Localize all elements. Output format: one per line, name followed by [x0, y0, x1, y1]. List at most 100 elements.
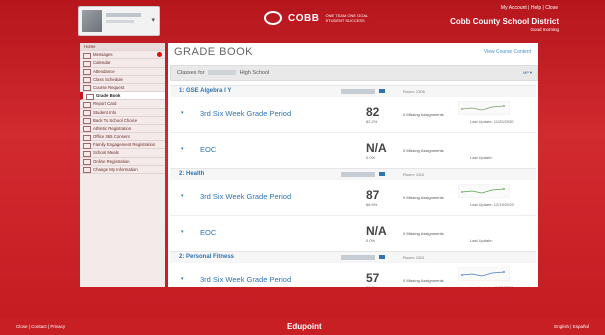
- cobb-logo-icon: [264, 11, 282, 25]
- sidebar-item-class-schedule[interactable]: Class Schedule: [80, 76, 165, 84]
- grade-percent: 56.5%: [366, 285, 377, 287]
- grade-trend-sparkline: [458, 267, 510, 281]
- user-name-redacted: [106, 13, 141, 17]
- sidebar-item-grade-book[interactable]: Grade Book: [80, 92, 165, 101]
- grade-period-name[interactable]: 3rd Six Week Grade Period: [200, 275, 291, 284]
- notification-badge: [157, 52, 162, 58]
- sidebar-item-school-meals[interactable]: School Meals: [80, 149, 165, 158]
- expand-caret-icon[interactable]: ▾: [181, 146, 184, 152]
- mail-icon[interactable]: [379, 89, 385, 93]
- grade-score: 87: [366, 188, 380, 202]
- sidebar-item-athletic-registration[interactable]: Athletic Registration: [80, 125, 165, 134]
- expand-caret-icon[interactable]: ▾: [181, 229, 184, 235]
- classes-for-label: Classes for High School: [177, 70, 269, 76]
- sidebar-item-label: Office 365 Consent: [93, 134, 130, 140]
- mail-icon[interactable]: [379, 255, 385, 259]
- district-name: Cobb County School District: [450, 17, 559, 26]
- menu-icon: [83, 60, 91, 67]
- sidebar-item-label: Grade Book: [96, 93, 121, 99]
- sidebar-item-label: Home: [84, 44, 96, 49]
- grade-period-name[interactable]: EOC: [200, 228, 216, 237]
- sidebar-item-change-my-information[interactable]: Change My Information: [80, 166, 165, 174]
- language-links[interactable]: English | Español: [554, 324, 589, 329]
- sidebar-item-student-info[interactable]: Student Info: [80, 109, 165, 117]
- mail-icon[interactable]: [379, 172, 385, 176]
- sidebar-item-office-365-consent[interactable]: Office 365 Consent: [80, 133, 165, 142]
- top-nav-links[interactable]: My Account | Help | Close: [501, 5, 558, 11]
- sidebar-item-back-to-school-choice[interactable]: Back To School Choice: [80, 117, 165, 125]
- room-number: Room: 1110: [403, 172, 425, 177]
- menu-icon: [83, 52, 91, 59]
- menu-icon: [83, 110, 91, 116]
- grade-score: 82: [366, 105, 380, 119]
- sidebar-item-report-card[interactable]: Report Card: [80, 100, 165, 109]
- grade-period-row[interactable]: ▾ EOC N/A 0.0% 0 Missing Assignments Last Upd…: [170, 132, 536, 169]
- menu-icon: [83, 159, 91, 166]
- edupoint-brand: Edupoint: [287, 322, 322, 331]
- user-sub-redacted: [106, 20, 134, 23]
- grade-trend-sparkline: [458, 101, 510, 115]
- marking-period-select[interactable]: MP▼: [523, 70, 533, 75]
- sidebar-item-label: Attendance: [93, 68, 115, 74]
- sidebar-item-course-request[interactable]: Course Request: [80, 84, 165, 93]
- menu-icon: [86, 93, 94, 100]
- menu-icon: [83, 69, 91, 76]
- menu-icon: [83, 85, 91, 92]
- grade-period-name[interactable]: 3rd Six Week Grade Period: [200, 192, 291, 201]
- grade-period-row[interactable]: ▾ 3rd Six Week Grade Period 5756.5% 0 Missi…: [170, 262, 536, 287]
- sidebar-item-label: Back To School Choice: [93, 117, 138, 123]
- last-update: Last Update:: [470, 155, 493, 160]
- view-course-content-link[interactable]: View Course Content: [484, 49, 531, 55]
- sidebar-item-label: Change My Information: [93, 166, 138, 172]
- grade-period-name[interactable]: EOC: [200, 145, 216, 154]
- sidebar-item-label: Online Registration: [93, 158, 130, 164]
- menu-icon: [83, 134, 91, 141]
- sidebar-item-label: Messages: [93, 52, 113, 58]
- grade-period-row[interactable]: ▾ 3rd Six Week Grade Period 87 86.9% 0 Missi…: [170, 179, 536, 216]
- classes-for-suffix: High School: [239, 70, 270, 76]
- sidebar-item-label: School Meals: [93, 150, 119, 156]
- grade-percent: 82.2%: [366, 119, 378, 124]
- grade-period-row[interactable]: ▾ 3rd Six Week Grade Period 82 82.2% 0 Missi…: [170, 96, 536, 133]
- last-update: Last Update: 12/19/2020: [470, 202, 514, 207]
- footer-links[interactable]: Close | Contact | Privacy: [16, 324, 65, 329]
- expand-caret-icon[interactable]: ▾: [181, 276, 184, 282]
- grade-percent: 86.9%: [366, 202, 378, 207]
- sidebar-item-label: Class Schedule: [93, 76, 123, 82]
- menu-icon: [83, 142, 91, 149]
- top-header: ▾ COBB ONE TEAM ONE GOAL STUDENT SUCCESS…: [0, 0, 605, 38]
- sidebar-item-messages[interactable]: Messages: [80, 51, 165, 60]
- course-title[interactable]: 1: GSE Algebra I Y: [179, 88, 231, 94]
- sidebar-item-attendance[interactable]: Attendance: [80, 68, 165, 76]
- room-number: Room: 1110: [403, 255, 425, 260]
- logo-tagline: ONE TEAM ONE GOAL STUDENT SUCCESS: [325, 13, 369, 23]
- expand-caret-icon[interactable]: ▾: [181, 193, 184, 199]
- teacher-name-redacted: [341, 89, 375, 94]
- menu-icon: [83, 77, 91, 84]
- sidebar-item-label: Student Info: [93, 109, 117, 115]
- sidebar-item-home[interactable]: Home: [80, 43, 165, 52]
- district-logo: COBB ONE TEAM ONE GOAL STUDENT SUCCESS: [264, 11, 369, 25]
- grade-period-name[interactable]: 3rd Six Week Grade Period: [200, 109, 291, 118]
- grade-period-row[interactable]: ▾ EOC N/A 0.0% 0 Missing Assignments Last Upd…: [170, 215, 536, 252]
- grade-percent: 0.0%: [366, 155, 376, 160]
- menu-icon: [83, 126, 91, 133]
- course-title[interactable]: 2: Health: [179, 171, 204, 177]
- expand-caret-icon[interactable]: ▾: [181, 110, 184, 116]
- sidebar-item-family-engagement-registration[interactable]: Family Engagement Registration: [80, 141, 165, 150]
- avatar: [82, 10, 102, 32]
- sidebar-item-label: Course Request: [93, 84, 125, 90]
- logo-word: COBB: [288, 12, 320, 24]
- sidebar-item-online-registration[interactable]: Online Registration: [80, 158, 165, 166]
- last-update: Last Update: 11/20/2020: [470, 119, 514, 124]
- menu-icon: [83, 101, 91, 108]
- sidebar-item-calendar[interactable]: Calendar: [80, 59, 165, 68]
- grade-score: N/A: [366, 141, 387, 155]
- room-number: Room: 1306: [403, 89, 425, 94]
- user-selector[interactable]: ▾: [78, 6, 160, 36]
- course-title[interactable]: 2: Personal Fitness: [179, 254, 234, 260]
- chevron-down-icon[interactable]: ▾: [151, 16, 155, 24]
- missing-assignments: 0 Missing Assignments: [403, 195, 444, 200]
- missing-assignments: 0 Missing Assignments: [403, 148, 444, 153]
- grade-trend-sparkline: [458, 184, 510, 198]
